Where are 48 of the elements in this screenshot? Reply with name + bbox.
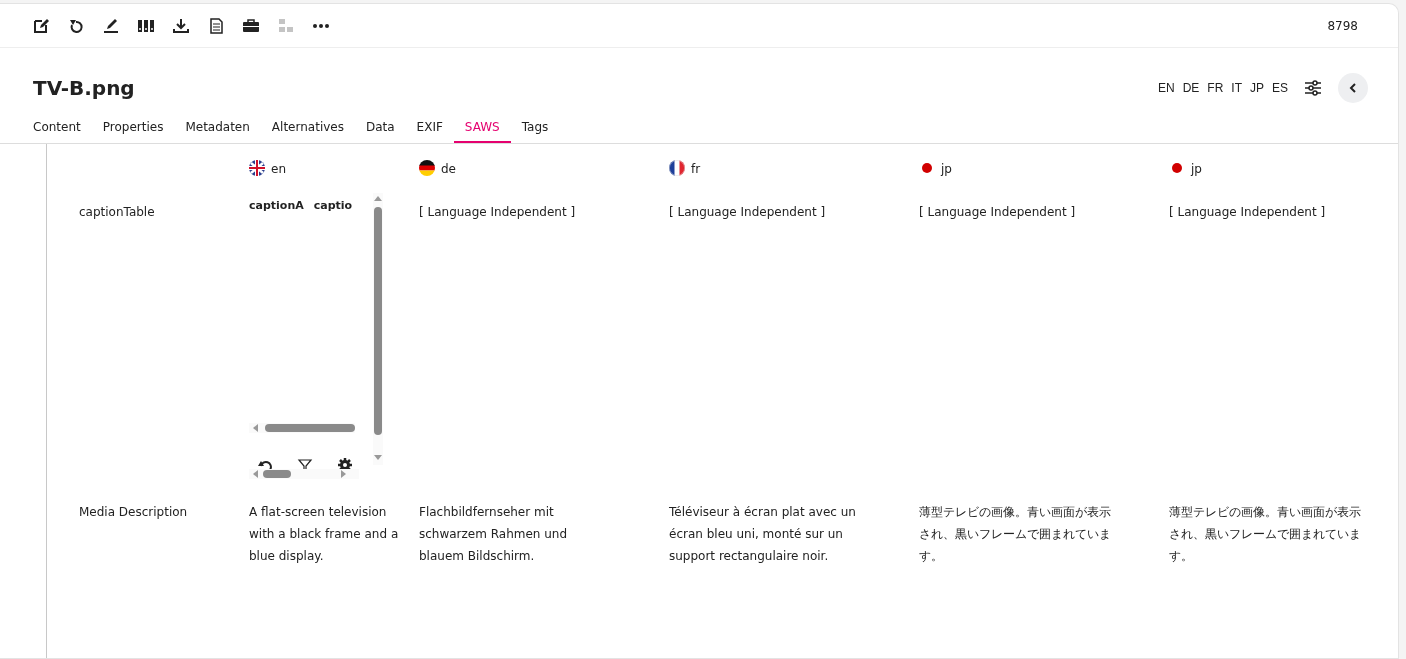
- column-header: captio: [313, 198, 353, 213]
- language-button[interactable]: FR: [1207, 79, 1224, 97]
- cell-text: [ Language Independent ]: [669, 204, 827, 221]
- back-button[interactable]: [1338, 73, 1368, 103]
- column-header: captionA: [249, 198, 304, 213]
- cell-text: A flat-screen television with a black frame and a blue display.: [249, 504, 400, 565]
- row-label: Media Description: [79, 505, 188, 519]
- counter-text: 8798: [1327, 17, 1358, 35]
- tab[interactable]: SAWS: [453, 112, 511, 143]
- edit-icon[interactable]: [32, 16, 50, 35]
- flag-icon: [919, 160, 935, 176]
- language-button[interactable]: DE: [1182, 79, 1200, 97]
- tab[interactable]: Data: [354, 112, 406, 143]
- cell-text: [ Language Independent ]: [419, 204, 577, 221]
- briefcase-icon[interactable]: [242, 16, 260, 35]
- language-button[interactable]: ES: [1272, 79, 1288, 97]
- cell-text: [ Language Independent ]: [1169, 204, 1327, 221]
- tab[interactable]: Tags: [510, 112, 560, 143]
- cell-text: 薄型テレビの画像。青い画面が表示され、黒いフレームで囲まれています。: [919, 504, 1112, 565]
- flag-icon: [419, 160, 435, 176]
- tab[interactable]: Alternatives: [260, 112, 355, 143]
- tab[interactable]: Metadaten: [174, 112, 261, 143]
- tab[interactable]: Content: [22, 112, 92, 143]
- column-header: de: [441, 161, 456, 178]
- column-header: jp: [1191, 161, 1202, 178]
- column-header: fr: [691, 161, 701, 178]
- flag-icon: [1169, 160, 1185, 176]
- column-header: jp: [941, 161, 952, 178]
- filter-icon[interactable]: [297, 457, 313, 469]
- tab[interactable]: Properties: [91, 112, 175, 143]
- pen-line-icon[interactable]: [102, 16, 120, 35]
- language-button[interactable]: JP: [1249, 79, 1264, 97]
- download-icon[interactable]: [172, 16, 190, 35]
- tab[interactable]: EXIF: [405, 112, 454, 143]
- row-label: captionTable: [79, 205, 155, 219]
- cell-text: 薄型テレビの画像。青い画面が表示され、黒いフレームで囲まれています。: [1169, 504, 1362, 565]
- flag-icon: [249, 160, 265, 176]
- language-button[interactable]: IT: [1231, 79, 1242, 97]
- cell-text: Téléviseur à écran plat avec un écran bleu uni, monté sur un support rectangulaire noir.: [669, 504, 857, 565]
- settings-icon[interactable]: [1304, 79, 1322, 97]
- document-icon[interactable]: [207, 16, 225, 35]
- cell-text: [ Language Independent ]: [919, 204, 1077, 221]
- document-title: TV-B.png: [33, 76, 135, 100]
- language-button[interactable]: EN: [1157, 79, 1175, 97]
- column-header: en: [271, 161, 286, 178]
- cell-text: Flachbildfernseher mit schwarzem Rahmen und blauem Bildschirm.: [419, 504, 569, 565]
- flag-icon: [669, 160, 685, 176]
- chevron-left-icon: [1347, 82, 1359, 94]
